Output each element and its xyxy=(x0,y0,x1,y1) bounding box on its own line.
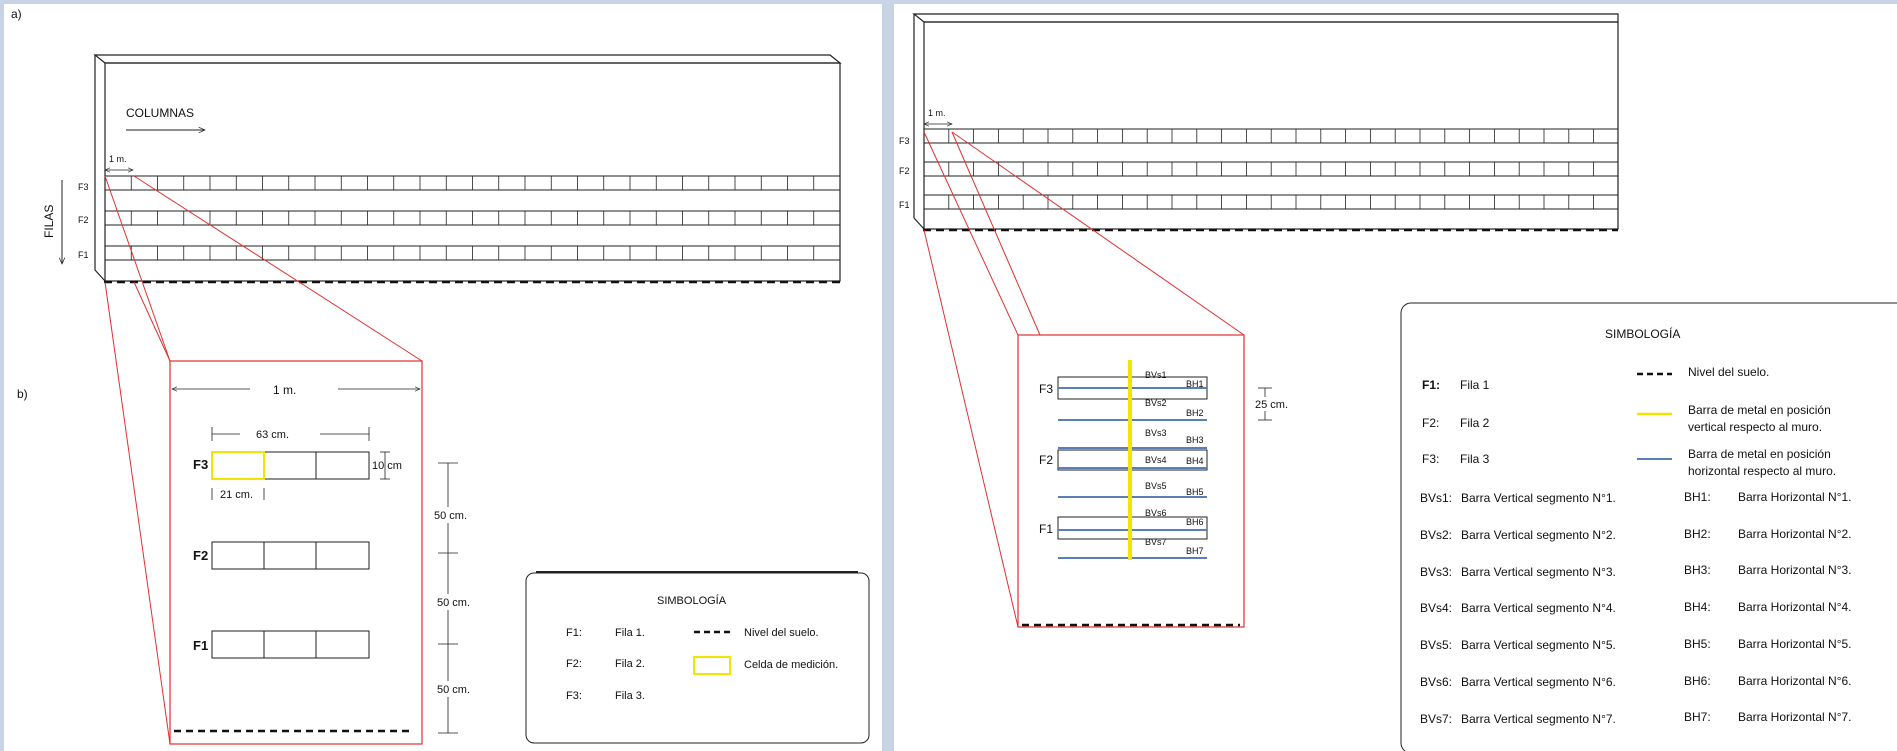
right-detail-row-f3: F3 xyxy=(1039,382,1053,396)
legend-left-key-3: F3: xyxy=(566,690,582,702)
legend-left-title: SIMBOLOGÍA xyxy=(657,594,727,607)
bh-def-val-3: Barra Horizontal N°3. xyxy=(1738,563,1852,577)
legend-right-horizontal-text-1: Barra de metal en posición xyxy=(1688,447,1831,461)
row-label-f2: F2 xyxy=(78,215,89,225)
right-detail-row-f2: F2 xyxy=(1039,453,1053,467)
bh-def-val-6: Barra Horizontal N°6. xyxy=(1738,674,1852,688)
right-row-label-f2: F2 xyxy=(899,166,910,176)
bv-label-6: BVs6 xyxy=(1145,508,1167,518)
bv-def-val-5: Barra Vertical segmento N°5. xyxy=(1461,638,1616,652)
bv-def-key-4: BVs4: xyxy=(1420,601,1452,615)
bh-label-1: BH1 xyxy=(1186,379,1204,389)
legend-right-vertical-text-2: vertical respecto al muro. xyxy=(1688,420,1822,434)
bh-def-key-6: BH6: xyxy=(1684,674,1711,688)
one-meter-label-left: 1 m. xyxy=(109,154,127,164)
bh-def-key-7: BH7: xyxy=(1684,710,1711,724)
panel-b-label: b) xyxy=(17,387,28,401)
legend-right-key-1: F1: xyxy=(1422,378,1440,392)
legend-right-horizontal-text-2: horizontal respecto al muro. xyxy=(1688,464,1836,478)
bh-label-2: BH2 xyxy=(1186,408,1204,418)
bv-label-1: BVs1 xyxy=(1145,370,1167,380)
detail-width-label: 1 m. xyxy=(273,383,296,397)
legend-right-val-1: Fila 1 xyxy=(1460,378,1490,392)
bv-def-val-2: Barra Vertical segmento N°2. xyxy=(1461,528,1616,542)
bv-label-5: BVs5 xyxy=(1145,481,1167,491)
legend-left-val-1: Fila 1. xyxy=(615,627,645,639)
bv-label-4: BVs4 xyxy=(1145,455,1167,465)
bv-def-key-6: BVs6: xyxy=(1420,675,1452,689)
legend-left-cell-text: Celda de medición. xyxy=(744,659,838,671)
legend-right-title: SIMBOLOGÍA xyxy=(1605,326,1680,341)
one-meter-label-right: 1 m. xyxy=(928,108,946,118)
legend-left-val-3: Fila 3. xyxy=(615,690,645,702)
bh-def-val-1: Barra Horizontal N°1. xyxy=(1738,490,1852,504)
label-63: 63 cm. xyxy=(256,429,289,441)
bv-label-3: BVs3 xyxy=(1145,428,1167,438)
bh-def-key-5: BH5: xyxy=(1684,637,1711,651)
legend-right-ground-text: Nivel del suelo. xyxy=(1688,365,1769,379)
bv-def-val-4: Barra Vertical segmento N°4. xyxy=(1461,601,1616,615)
spacing-label-3: 50 cm. xyxy=(437,684,470,696)
bv-def-key-5: BVs5: xyxy=(1420,638,1452,652)
bh-label-5: BH5 xyxy=(1186,487,1204,497)
bh-def-key-4: BH4: xyxy=(1684,600,1711,614)
bv-def-key-3: BVs3: xyxy=(1420,565,1452,579)
legend-left-val-2: Fila 2. xyxy=(615,658,645,670)
legend-right-val-3: Fila 3 xyxy=(1460,452,1490,466)
legend-right-val-2: Fila 2 xyxy=(1460,416,1490,430)
bv-label-7: BVs7 xyxy=(1145,537,1167,547)
bv-def-val-7: Barra Vertical segmento N°7. xyxy=(1461,712,1616,726)
bh-def-val-7: Barra Horizontal N°7. xyxy=(1738,710,1852,724)
bv-def-key-2: BVs2: xyxy=(1420,528,1452,542)
bh-def-key-3: BH3: xyxy=(1684,563,1711,577)
row-label-f1: F1 xyxy=(78,250,89,260)
bv-def-val-6: Barra Vertical segmento N°6. xyxy=(1461,675,1616,689)
bh-label-4: BH4 xyxy=(1186,456,1204,466)
bv-def-val-1: Barra Vertical segmento N°1. xyxy=(1461,491,1616,505)
bh-def-val-2: Barra Horizontal N°2. xyxy=(1738,527,1852,541)
detail-row-f3: F3 xyxy=(193,457,208,472)
legend-left-key-2: F2: xyxy=(566,658,582,670)
figure-canvas: a) b) COLUMNAS FILAS F3 F2 F1 1 m. 1 m. … xyxy=(4,4,1897,751)
legend-right-key-2: F2: xyxy=(1422,416,1439,430)
spacing-label-1: 50 cm. xyxy=(434,510,467,522)
bh-def-val-4: Barra Horizontal N°4. xyxy=(1738,600,1852,614)
row-label-f3: F3 xyxy=(78,182,89,192)
gap-label: 25 cm. xyxy=(1255,399,1288,411)
bv-def-key-7: BVs7: xyxy=(1420,712,1452,726)
bh-def-val-5: Barra Horizontal N°5. xyxy=(1738,637,1852,651)
bh-label-3: BH3 xyxy=(1186,435,1204,445)
legend-right-vertical-text-1: Barra de metal en posición xyxy=(1688,403,1831,417)
label-21: 21 cm. xyxy=(220,489,253,501)
right-row-label-f3: F3 xyxy=(899,136,910,146)
panel-a-label: a) xyxy=(11,7,22,21)
bv-def-key-1: BVs1: xyxy=(1420,491,1452,505)
legend-left-key-1: F1: xyxy=(566,627,582,639)
right-row-label-f1: F1 xyxy=(899,200,910,210)
rows-label: FILAS xyxy=(42,205,56,238)
detail-row-f1: F1 xyxy=(193,638,208,653)
columns-label: COLUMNAS xyxy=(126,106,194,120)
bv-def-val-3: Barra Vertical segmento N°3. xyxy=(1461,565,1616,579)
bv-label-2: BVs2 xyxy=(1145,398,1167,408)
right-detail-row-f1: F1 xyxy=(1039,522,1053,536)
legend-right-key-3: F3: xyxy=(1422,452,1439,466)
bh-label-7: BH7 xyxy=(1186,546,1204,556)
spacing-label-2: 50 cm. xyxy=(437,597,470,609)
legend-left-ground-text: Nivel del suelo. xyxy=(744,627,819,639)
detail-row-f2: F2 xyxy=(193,548,208,563)
bh-def-key-1: BH1: xyxy=(1684,490,1711,504)
bh-label-6: BH6 xyxy=(1186,517,1204,527)
bh-def-key-2: BH2: xyxy=(1684,527,1711,541)
label-10: 10 cm xyxy=(372,460,402,472)
